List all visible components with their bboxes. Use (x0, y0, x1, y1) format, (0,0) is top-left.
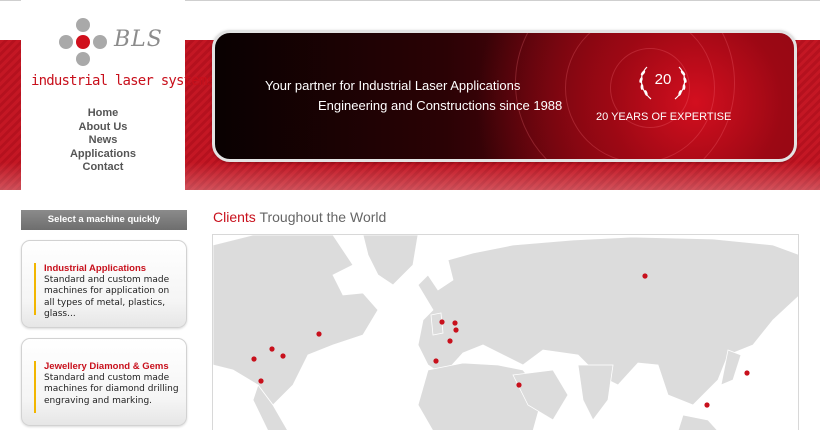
logo-dots-icon (59, 18, 107, 66)
client-marker (452, 320, 458, 326)
card-description: Standard and custom made machines for ap… (44, 275, 170, 320)
badge-number: 20 (654, 71, 672, 88)
nav-home[interactable]: Home (21, 107, 185, 121)
client-marker (251, 356, 257, 362)
client-marker (453, 327, 459, 333)
world-map (212, 234, 799, 430)
nav-news[interactable]: News (21, 134, 185, 148)
client-marker (439, 319, 445, 325)
card-industrial-applications[interactable]: Industrial Applications Standard and cus… (21, 240, 187, 328)
client-marker (642, 273, 648, 279)
hero-banner: Your partner for Industrial Laser Applic… (212, 30, 797, 162)
world-map-graphic (213, 235, 798, 430)
nav-applications[interactable]: Applications (21, 148, 185, 162)
hero-tagline-1: Your partner for Industrial Laser Applic… (265, 78, 521, 93)
card-accent-bar (34, 263, 36, 315)
client-marker (280, 353, 286, 359)
card-title[interactable]: Jewellery Diamond & Gems (44, 361, 169, 372)
nav-contact[interactable]: Contact (21, 161, 185, 175)
client-marker (704, 402, 710, 408)
nav-about-us[interactable]: About Us (21, 121, 185, 135)
client-marker (269, 346, 275, 352)
clients-heading: Clients Troughout the World (213, 209, 386, 225)
client-marker (516, 382, 522, 388)
card-jewellery-diamond-gems[interactable]: Jewellery Diamond & Gems Standard and cu… (21, 338, 187, 426)
logo-column: BLS industrial laser systems Home About … (21, 0, 215, 190)
card-title[interactable]: Industrial Applications (44, 263, 146, 274)
clients-heading-rest: Troughout the World (259, 209, 387, 225)
logo-short-text[interactable]: BLS (114, 27, 163, 52)
client-marker (744, 370, 750, 376)
select-machine-button[interactable]: Select a machine quickly (21, 210, 187, 230)
client-marker (258, 378, 264, 384)
logo-full-text[interactable]: industrial laser systems (31, 73, 215, 89)
badge-caption: 20 YEARS OF EXPERTISE (596, 111, 732, 123)
client-marker (316, 331, 322, 337)
card-description: Standard and custom made machines for di… (44, 373, 179, 406)
hero-tagline-2: Engineering and Constructions since 1988 (318, 98, 563, 113)
card-accent-bar (34, 361, 36, 413)
clients-heading-red: Clients (213, 209, 256, 225)
client-marker (447, 338, 453, 344)
main-nav: Home About Us News Applications Contact (21, 107, 185, 175)
client-marker (433, 358, 439, 364)
